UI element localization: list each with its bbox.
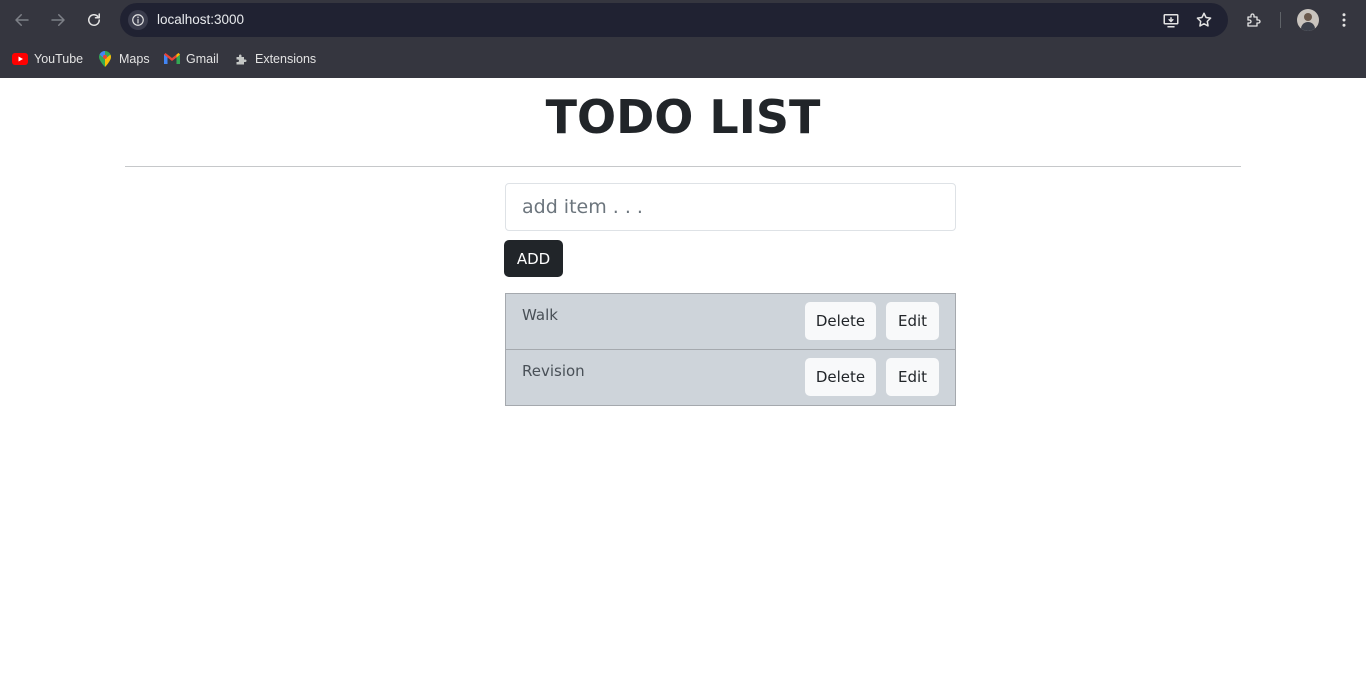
browser-toolbar: localhost:3000 [0, 0, 1366, 40]
site-info-icon[interactable] [128, 10, 148, 30]
arrow-right-icon [51, 14, 65, 26]
add-button[interactable]: ADD [504, 240, 563, 277]
delete-button[interactable]: Delete [805, 358, 876, 396]
maps-icon [97, 51, 113, 67]
address-bar[interactable]: localhost:3000 [120, 3, 1228, 37]
url-text: localhost:3000 [157, 12, 245, 27]
browser-chrome: localhost:3000 YouTube Maps Gmail Extens… [0, 0, 1366, 78]
item-text: Revision [522, 362, 585, 380]
bookmark-star-icon[interactable] [1194, 10, 1214, 30]
puzzle-icon [1247, 13, 1261, 27]
bookmark-label: Maps [119, 52, 150, 66]
youtube-icon [12, 51, 28, 67]
page-content: TODO LIST ADD Walk Delete Edit Revision … [0, 78, 1366, 677]
back-button[interactable] [10, 8, 34, 32]
reload-button[interactable] [82, 8, 106, 32]
bookmark-gmail[interactable]: Gmail [164, 50, 219, 68]
add-item-input[interactable] [505, 183, 956, 231]
kebab-menu-icon [1342, 13, 1346, 27]
bookmark-maps[interactable]: Maps [97, 50, 150, 68]
bookmark-label: YouTube [34, 52, 84, 66]
profile-avatar[interactable] [1297, 9, 1319, 31]
bookmark-extensions[interactable]: Extensions [233, 50, 316, 68]
toolbar-separator [1280, 12, 1281, 28]
menu-button[interactable] [1332, 8, 1356, 32]
bookmarks-bar: YouTube Maps Gmail Extensions [0, 40, 1366, 78]
install-app-icon[interactable] [1161, 10, 1181, 30]
bookmark-youtube[interactable]: YouTube [12, 50, 83, 68]
divider [125, 166, 1241, 167]
extensions-button[interactable] [1242, 8, 1266, 32]
bookmark-label: Gmail [186, 52, 219, 66]
arrow-left-icon [15, 14, 29, 26]
edit-button[interactable]: Edit [886, 302, 939, 340]
edit-button[interactable]: Edit [886, 358, 939, 396]
delete-button[interactable]: Delete [805, 302, 876, 340]
forward-button[interactable] [46, 8, 70, 32]
gmail-icon [164, 51, 180, 67]
puzzle-icon [233, 51, 249, 67]
bookmark-label: Extensions [255, 52, 317, 66]
list-item: Revision Delete Edit [506, 350, 955, 405]
todo-list: Walk Delete Edit Revision Delete Edit [505, 293, 956, 406]
item-text: Walk [522, 306, 558, 324]
list-item: Walk Delete Edit [506, 294, 955, 350]
reload-icon [88, 13, 100, 26]
page-title: TODO LIST [545, 90, 821, 144]
